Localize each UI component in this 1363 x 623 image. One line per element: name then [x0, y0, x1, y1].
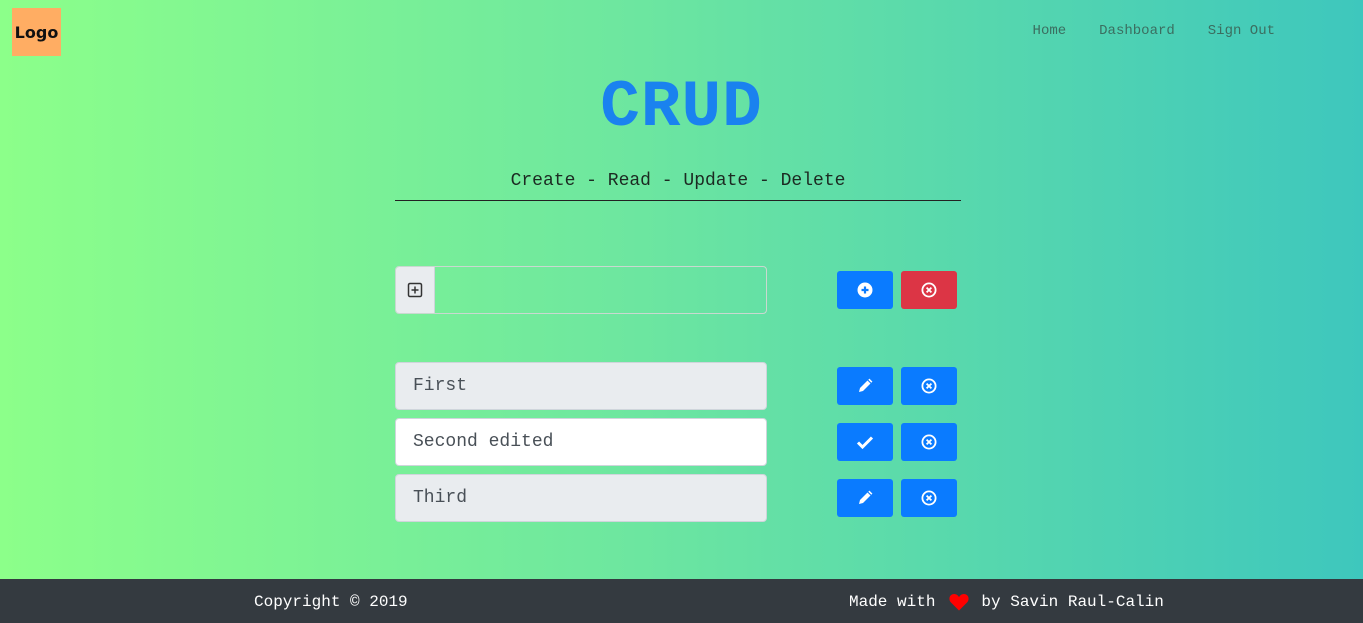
page-subtitle: Create - Read - Update - Delete — [395, 171, 961, 201]
nav-dashboard[interactable]: Dashboard — [1099, 23, 1175, 39]
new-item-row — [395, 266, 767, 314]
delete-item-button[interactable] — [901, 367, 957, 405]
item-input-third[interactable] — [395, 474, 767, 522]
times-circle-icon — [921, 434, 937, 450]
made-with-label: Made with — [849, 593, 936, 611]
edit-item-button[interactable] — [837, 479, 893, 517]
times-circle-icon — [921, 378, 937, 394]
plus-square-icon — [396, 267, 435, 313]
new-item-input-group — [395, 266, 767, 314]
footer: Copyright © 2019 Made with by Savin Raul… — [0, 579, 1363, 623]
plus-circle-icon — [857, 282, 873, 298]
made-with-text: Made with by Savin Raul-Calin — [849, 593, 1164, 611]
item-input-first[interactable] — [395, 362, 767, 410]
delete-item-button[interactable] — [901, 479, 957, 517]
times-circle-icon — [921, 282, 937, 298]
top-nav: Home Dashboard Sign Out — [1033, 23, 1275, 39]
heart-icon — [949, 593, 969, 611]
delete-item-button[interactable] — [901, 423, 957, 461]
copyright-text: Copyright © 2019 — [254, 593, 408, 611]
nav-sign-out[interactable]: Sign Out — [1208, 23, 1275, 39]
pencil-icon — [859, 490, 873, 504]
logo[interactable]: Logo — [12, 8, 61, 56]
page-title: CRUD — [600, 70, 763, 145]
author-label: by Savin Raul-Calin — [981, 593, 1164, 611]
save-item-button[interactable] — [837, 423, 893, 461]
clear-input-button[interactable] — [901, 271, 957, 309]
check-icon — [856, 436, 874, 450]
new-item-input[interactable] — [435, 267, 766, 313]
item-input-second[interactable] — [395, 418, 767, 466]
edit-item-button[interactable] — [837, 367, 893, 405]
nav-home[interactable]: Home — [1033, 23, 1067, 39]
times-circle-icon — [921, 490, 937, 506]
add-item-button[interactable] — [837, 271, 893, 309]
pencil-icon — [859, 378, 873, 392]
